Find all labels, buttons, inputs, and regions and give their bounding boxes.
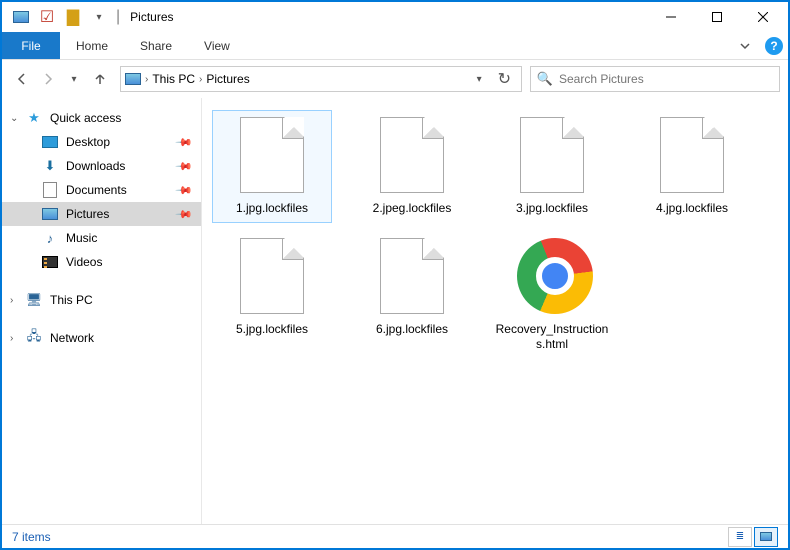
file-item[interactable]: 2.jpeg.lockfiles — [352, 110, 472, 223]
chrome-icon — [517, 238, 587, 316]
file-name: 2.jpeg.lockfiles — [373, 201, 452, 216]
breadcrumb-pictures[interactable]: Pictures — [206, 72, 249, 86]
documents-icon — [42, 182, 58, 198]
forward-button[interactable] — [36, 67, 60, 91]
pictures-icon — [42, 206, 58, 222]
sidebar-this-pc[interactable]: › 🖥 This PC — [2, 288, 201, 312]
chevron-down-icon: ⌄ — [10, 113, 18, 124]
sidebar-item-label: Downloads — [66, 159, 125, 173]
file-name: Recovery_Instructions.html — [495, 322, 609, 352]
files-pane[interactable]: 1.jpg.lockfiles 2.jpeg.lockfiles 3.jpg.loc… — [202, 98, 788, 524]
refresh-button[interactable]: ↻ — [492, 69, 517, 89]
back-button[interactable] — [10, 67, 34, 91]
tab-share[interactable]: Share — [124, 32, 188, 59]
desktop-icon — [42, 134, 58, 150]
file-name: 4.jpg.lockfiles — [656, 201, 728, 216]
sidebar-item-label: Videos — [66, 255, 102, 269]
sidebar-item-label: This PC — [50, 293, 93, 307]
status-bar: 7 items ≣ — [2, 524, 788, 548]
file-name: 6.jpg.lockfiles — [376, 322, 448, 337]
body: ⌄ ★ Quick access Desktop 📌 ⬇ Downloads 📌… — [2, 98, 788, 524]
file-item[interactable]: 1.jpg.lockfiles — [212, 110, 332, 223]
pin-icon: 📌 — [175, 205, 194, 224]
music-icon: ♪ — [42, 230, 58, 246]
network-icon: 🖧 — [26, 330, 42, 346]
minimize-button[interactable] — [648, 2, 694, 32]
sidebar-item-label: Network — [50, 331, 94, 345]
close-button[interactable] — [740, 2, 786, 32]
titlebar-separator: | — [116, 8, 120, 26]
sidebar-item-desktop[interactable]: Desktop 📌 — [2, 130, 201, 154]
search-icon: 🔍 — [537, 71, 553, 87]
address-bar[interactable]: › This PC › Pictures ▾ ↻ — [120, 66, 522, 92]
sidebar-network[interactable]: › 🖧 Network — [2, 326, 201, 350]
sidebar-item-label: Desktop — [66, 135, 110, 149]
file-item[interactable]: Recovery_Instructions.html — [492, 231, 612, 359]
maximize-button[interactable] — [694, 2, 740, 32]
qat-newfolder-icon[interactable]: ▇ — [62, 7, 84, 27]
downloads-icon: ⬇ — [42, 158, 58, 174]
help-icon: ? — [765, 37, 783, 55]
star-icon: ★ — [26, 110, 42, 126]
nav-pane: ⌄ ★ Quick access Desktop 📌 ⬇ Downloads 📌… — [2, 98, 202, 524]
pin-icon: 📌 — [175, 181, 194, 200]
blank-file-icon — [377, 238, 447, 316]
file-name: 3.jpg.lockfiles — [516, 201, 588, 216]
sidebar-label: Quick access — [50, 111, 121, 125]
search-input[interactable] — [559, 72, 773, 86]
blank-file-icon — [237, 117, 307, 195]
details-view-button[interactable]: ≣ — [728, 527, 752, 547]
sidebar-item-downloads[interactable]: ⬇ Downloads 📌 — [2, 154, 201, 178]
blank-file-icon — [377, 117, 447, 195]
search-box[interactable]: 🔍 — [530, 66, 780, 92]
file-item[interactable]: 6.jpg.lockfiles — [352, 231, 472, 359]
tab-home[interactable]: Home — [60, 32, 124, 59]
nav-buttons: ▾ — [10, 67, 112, 91]
blank-file-icon — [657, 117, 727, 195]
chevron-right-icon: › — [10, 295, 13, 306]
titlebar: ☑ ▇ ▾ | Pictures — [2, 2, 788, 32]
file-item[interactable]: 3.jpg.lockfiles — [492, 110, 612, 223]
file-item[interactable]: 5.jpg.lockfiles — [212, 231, 332, 359]
up-button[interactable] — [88, 67, 112, 91]
sidebar-item-videos[interactable]: Videos — [2, 250, 201, 274]
pin-icon: 📌 — [175, 157, 194, 176]
help-button[interactable]: ? — [760, 32, 788, 59]
file-name: 5.jpg.lockfiles — [236, 322, 308, 337]
explorer-window: ☑ ▇ ▾ | Pictures File Home Share View ? … — [2, 2, 788, 548]
sidebar-item-pictures[interactable]: Pictures 📌 — [2, 202, 201, 226]
tab-file[interactable]: File — [2, 32, 60, 59]
tab-view[interactable]: View — [188, 32, 246, 59]
item-count: 7 items — [12, 530, 51, 544]
blank-file-icon — [237, 238, 307, 316]
sidebar-item-label: Documents — [66, 183, 127, 197]
qat-dropdown-icon[interactable]: ▾ — [88, 7, 110, 27]
ribbon: File Home Share View ? — [2, 32, 788, 60]
chevron-right-icon: › — [199, 74, 202, 85]
blank-file-icon — [517, 117, 587, 195]
address-bar-row: ▾ › This PC › Pictures ▾ ↻ 🔍 — [2, 60, 788, 98]
this-pc-icon: 🖥 — [26, 292, 42, 308]
address-dropdown-icon[interactable]: ▾ — [471, 74, 488, 85]
quick-access-toolbar: ☑ ▇ ▾ — [4, 7, 116, 27]
chevron-right-icon: › — [145, 74, 148, 85]
breadcrumb-this-pc[interactable]: This PC — [152, 72, 195, 86]
explorer-app-icon — [10, 7, 32, 27]
icons-view-button[interactable] — [754, 527, 778, 547]
recent-dropdown-icon[interactable]: ▾ — [62, 67, 86, 91]
sidebar-item-label: Music — [66, 231, 97, 245]
ribbon-collapse-icon[interactable] — [730, 32, 760, 59]
sidebar-item-music[interactable]: ♪ Music — [2, 226, 201, 250]
file-name: 1.jpg.lockfiles — [236, 201, 308, 216]
window-title: Pictures — [130, 10, 173, 24]
location-pictures-icon — [125, 71, 141, 87]
videos-icon — [42, 254, 58, 270]
sidebar-quick-access[interactable]: ⌄ ★ Quick access — [2, 106, 201, 130]
sidebar-item-label: Pictures — [66, 207, 109, 221]
sidebar-item-documents[interactable]: Documents 📌 — [2, 178, 201, 202]
pin-icon: 📌 — [175, 133, 194, 152]
chevron-right-icon: › — [10, 333, 13, 344]
qat-properties-icon[interactable]: ☑ — [36, 7, 58, 27]
file-item[interactable]: 4.jpg.lockfiles — [632, 110, 752, 223]
